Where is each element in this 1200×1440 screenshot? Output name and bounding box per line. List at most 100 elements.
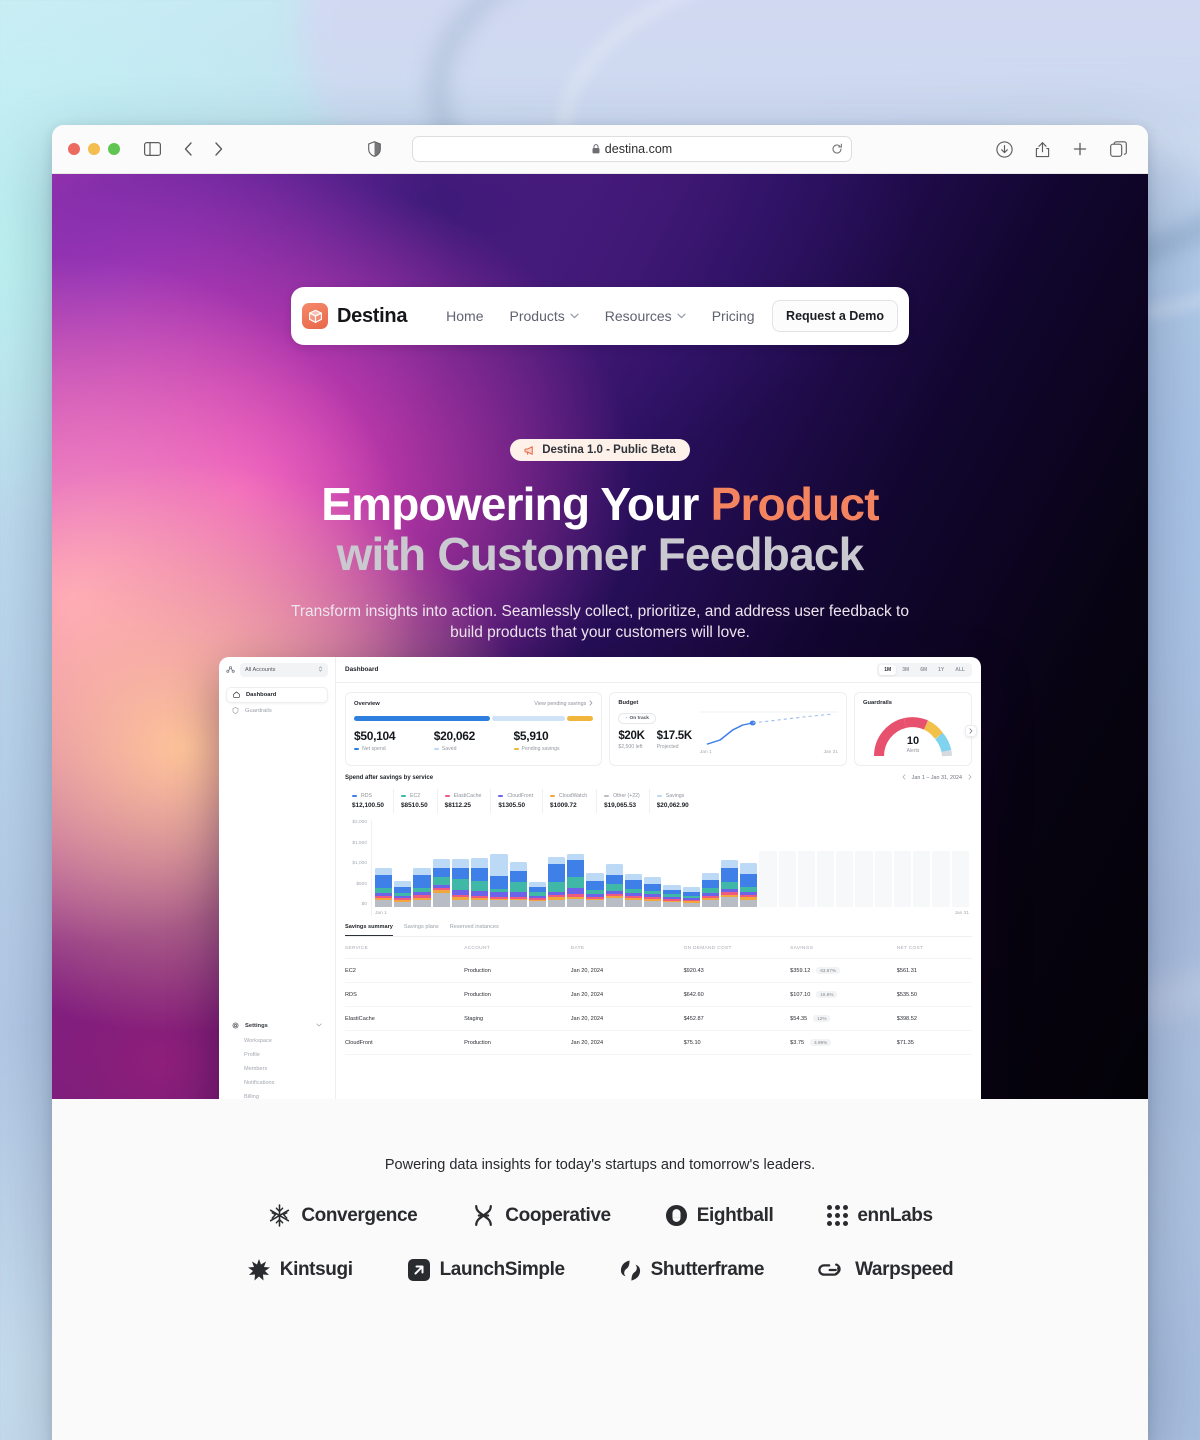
url-bar[interactable]: destina.com — [412, 136, 852, 162]
chart-bar-segment — [701, 880, 719, 889]
chart-bar[interactable] — [951, 851, 969, 907]
chart-bar[interactable] — [586, 873, 604, 907]
sidebar-icon[interactable] — [138, 135, 166, 163]
minimize-button[interactable] — [88, 143, 100, 155]
share-icon[interactable] — [1028, 135, 1056, 163]
tab-savings-summary[interactable]: Savings summary — [345, 924, 393, 936]
prev-period-icon[interactable] — [902, 774, 906, 782]
overview-progress-bar — [354, 716, 594, 721]
settings-item-billing[interactable]: Billing — [244, 1090, 322, 1099]
chart-bar-segment — [720, 868, 739, 883]
table-row[interactable]: EC2 Production Jan 20, 2024 $920.43 $359.12 6… — [345, 958, 972, 983]
settings-item-profile[interactable]: Profile — [244, 1048, 322, 1062]
chart-bar[interactable] — [778, 851, 796, 907]
logos-section: Powering data insights for today's start… — [52, 1099, 1148, 1440]
table-row[interactable]: ElastiCache Staging Jan 20, 2024 $452.87 $54… — [345, 1006, 972, 1031]
chart-bar[interactable] — [740, 862, 758, 907]
navigation-arrows[interactable] — [174, 135, 232, 163]
chart-bar-segment — [547, 899, 566, 907]
chart-bar[interactable] — [471, 858, 489, 907]
spend-chart-header: Spend after savings by service Jan 1 – J… — [345, 774, 972, 782]
table-row[interactable]: RDS Production Jan 20, 2024 $642.60 $107.10 1… — [345, 982, 972, 1007]
chart-bar[interactable] — [528, 881, 546, 907]
budget-line-svg — [699, 711, 838, 745]
window-controls[interactable] — [68, 143, 120, 155]
tab-overview-icon[interactable] — [1104, 135, 1132, 163]
view-pending-savings-link[interactable]: View pending savings — [534, 700, 593, 708]
sidebar-item-guardrails[interactable]: Guardrails — [226, 703, 328, 719]
cell-date: Jan 20, 2024 — [570, 1006, 684, 1031]
dot-grid-icon — [827, 1205, 849, 1226]
chart-bar[interactable] — [375, 867, 393, 907]
tab-reserved-instances[interactable]: Reserved instances — [450, 924, 499, 936]
sidebar-item-settings[interactable]: Settings — [226, 1018, 328, 1034]
chart-bar[interactable] — [797, 851, 816, 907]
chart-bar[interactable] — [394, 880, 412, 907]
range-6m[interactable]: 6M — [915, 665, 932, 675]
chart-bar[interactable] — [759, 851, 777, 907]
chart-bar[interactable] — [509, 862, 527, 907]
download-icon[interactable] — [990, 135, 1018, 163]
chart-bar[interactable] — [663, 885, 681, 907]
chart-bar[interactable] — [817, 851, 835, 907]
settings-item-notifications[interactable]: Notifications — [244, 1076, 322, 1090]
time-range-selector[interactable]: 1M 3M 6M 1Y ALL — [877, 662, 972, 677]
chart-bar[interactable] — [567, 853, 585, 907]
chevron-updown-icon — [318, 665, 323, 675]
chart-bar-segment — [509, 870, 527, 883]
legend-item[interactable]: EC2 $8510.50 — [394, 789, 438, 813]
settings-item-workspace[interactable]: Workspace — [244, 1034, 322, 1048]
browser-window: destina.com Destina Home Products Resour… — [52, 125, 1148, 1440]
legend-item[interactable]: Savings $20,062.90 — [650, 789, 698, 813]
sidebar-item-dashboard[interactable]: Dashboard — [226, 687, 328, 703]
chart-bar[interactable] — [490, 853, 508, 907]
savings-tabs[interactable]: Savings summary Savings plans Reserved i… — [345, 924, 972, 937]
guardrails-next-button[interactable] — [965, 724, 977, 737]
maximize-button[interactable] — [108, 143, 120, 155]
tab-savings-plans[interactable]: Savings plans — [404, 924, 439, 936]
logo-warpspeed: Warpspeed — [818, 1259, 954, 1281]
chart-bar-placeholder — [932, 851, 950, 907]
legend-item[interactable]: CloudWatch $1009.72 — [543, 789, 598, 813]
range-1y[interactable]: 1Y — [933, 665, 949, 675]
chart-bar[interactable] — [413, 868, 431, 907]
chart-bar-segment — [605, 874, 623, 885]
chart-bar[interactable] — [451, 859, 470, 907]
cell-net-cost: $561.31 — [896, 958, 972, 983]
chart-bar[interactable] — [836, 851, 854, 907]
heading-line1-plain: Empowering Your — [321, 478, 711, 530]
table-row[interactable]: CloudFront Production Jan 20, 2024 $75.10 $3… — [345, 1030, 972, 1055]
chart-bar[interactable] — [547, 856, 566, 907]
forward-arrow-icon[interactable] — [204, 135, 232, 163]
chart-bar[interactable] — [432, 859, 450, 907]
range-all[interactable]: ALL — [950, 665, 970, 675]
chart-bar-segment — [451, 859, 470, 868]
legend-item[interactable]: RDS $12,100.50 — [345, 789, 394, 813]
range-1m[interactable]: 1M — [879, 664, 897, 675]
spend-date-range-picker[interactable]: Jan 1 – Jan 31, 2024 — [902, 774, 972, 782]
back-arrow-icon[interactable] — [174, 135, 202, 163]
chart-bar[interactable] — [701, 873, 719, 907]
legend-item[interactable]: CloudFront $1305.50 — [491, 789, 544, 813]
close-button[interactable] — [68, 143, 80, 155]
chart-bar[interactable] — [605, 864, 623, 907]
reload-icon[interactable] — [831, 143, 843, 155]
chart-bar[interactable] — [874, 851, 892, 907]
chart-bar[interactable] — [893, 851, 912, 907]
legend-item-value: $8510.50 — [401, 802, 428, 809]
legend-item[interactable]: ElastiCache $8112.25 — [438, 789, 492, 813]
privacy-shield-icon[interactable] — [360, 135, 388, 163]
account-selector[interactable]: All Accounts — [240, 663, 328, 677]
chart-bar[interactable] — [682, 887, 700, 907]
legend-item[interactable]: Other (+22) $19,065.53 — [597, 789, 650, 813]
chart-bar[interactable] — [624, 874, 643, 907]
chart-bar[interactable] — [932, 851, 950, 907]
chart-bar[interactable] — [855, 851, 873, 907]
chart-bar[interactable] — [644, 877, 662, 907]
settings-item-members[interactable]: Members — [244, 1062, 322, 1076]
plus-icon[interactable] — [1066, 135, 1094, 163]
next-period-icon[interactable] — [968, 774, 972, 782]
chart-bar[interactable] — [720, 860, 739, 907]
chart-bar[interactable] — [913, 851, 931, 907]
range-3m[interactable]: 3M — [897, 665, 914, 675]
